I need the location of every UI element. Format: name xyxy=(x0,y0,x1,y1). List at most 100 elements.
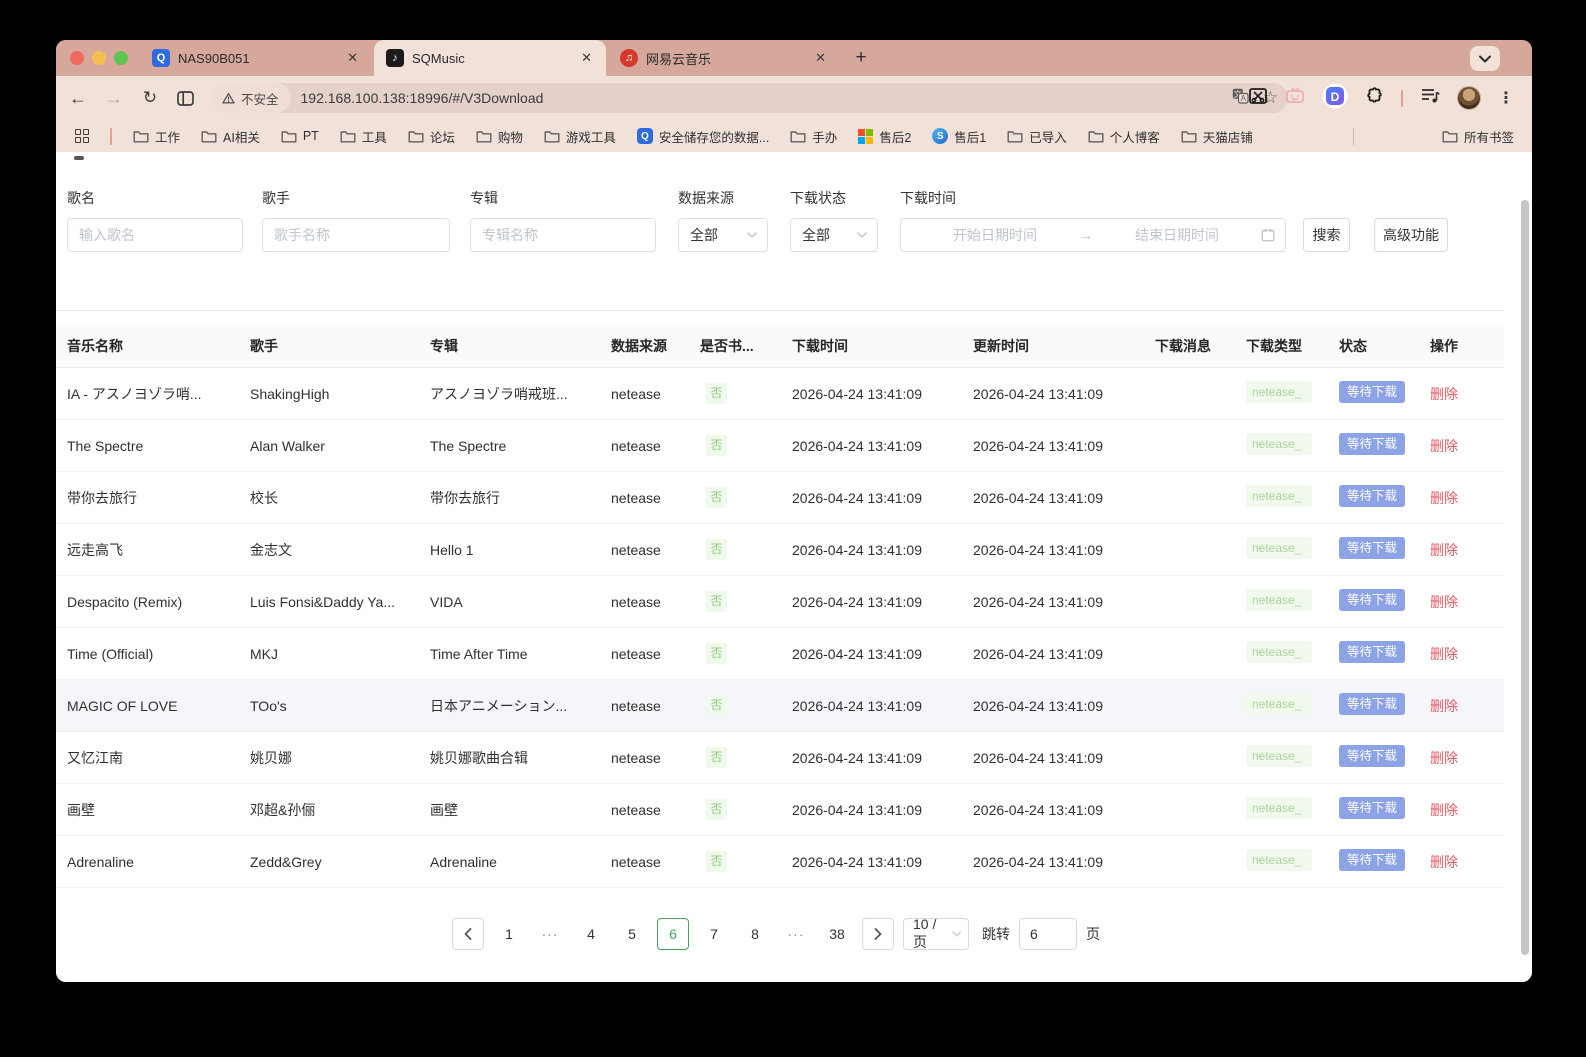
delete-button[interactable]: 删除 xyxy=(1430,646,1458,662)
bookmark-label: 安全储存您的数据... xyxy=(658,130,770,145)
page-6-active[interactable]: 6 xyxy=(657,918,689,950)
page-7[interactable]: 7 xyxy=(698,918,730,950)
advanced-button[interactable]: 高级功能 xyxy=(1374,218,1448,252)
table-header: 音乐名称 歌手 专辑 数据来源 是否书... 下载时间 更新时间 下载消息 下载… xyxy=(56,325,1504,368)
d-extension-icon[interactable]: D xyxy=(1322,83,1348,114)
page-scrollbar[interactable] xyxy=(1521,200,1529,955)
bookmark-folder-tools[interactable]: 工具 xyxy=(340,127,387,146)
bookmark-folder-figures[interactable]: 手办 xyxy=(790,127,837,146)
status-select[interactable]: 全部 xyxy=(790,218,878,252)
all-bookmarks-button[interactable]: 所有书签 xyxy=(1442,127,1514,146)
minimize-window-button[interactable] xyxy=(92,51,106,65)
clipped-content-artifact xyxy=(74,156,84,160)
translate-icon[interactable]: 文A xyxy=(1232,88,1249,109)
page-size-select[interactable]: 10 / 页 xyxy=(903,916,969,950)
ms-grid-icon xyxy=(858,128,874,144)
close-tab-icon[interactable]: ✕ xyxy=(811,50,830,66)
page-1[interactable]: 1 xyxy=(493,918,525,950)
tab-nas90b051[interactable]: Q NAS90B051 ✕ xyxy=(140,40,372,76)
new-tab-button[interactable]: + xyxy=(848,45,874,71)
delete-button[interactable]: 删除 xyxy=(1430,490,1458,506)
music-name: Adrenaline xyxy=(67,853,134,870)
end-date-placeholder[interactable]: 结束日期时间 xyxy=(1093,225,1261,245)
page-38[interactable]: 38 xyxy=(821,918,853,950)
delete-button[interactable]: 删除 xyxy=(1430,386,1458,402)
apps-grid-icon[interactable] xyxy=(75,129,89,143)
music-name: 又忆江南 xyxy=(67,749,123,766)
playlist-icon[interactable] xyxy=(1420,87,1440,109)
bookmark-secure-storage[interactable]: Q 安全储存您的数据... xyxy=(636,127,770,146)
start-date-placeholder[interactable]: 开始日期时间 xyxy=(911,225,1079,245)
extensions-puzzle-icon[interactable] xyxy=(1365,86,1384,110)
tab-title: NAS90B051 xyxy=(178,50,250,66)
bookmark-folder-blog[interactable]: 个人博客 xyxy=(1088,127,1160,146)
range-arrow-icon: → xyxy=(1079,227,1093,243)
delete-button[interactable]: 删除 xyxy=(1430,854,1458,870)
delete-button[interactable]: 删除 xyxy=(1430,698,1458,714)
delete-button[interactable]: 删除 xyxy=(1430,750,1458,766)
jump-page-input[interactable] xyxy=(1019,918,1077,950)
page-4[interactable]: 4 xyxy=(575,918,607,950)
music-name: Despacito (Remix) xyxy=(67,593,183,610)
table-row: Adrenaline Zedd&Grey Adrenaline netease … xyxy=(56,836,1504,888)
close-tab-icon[interactable]: ✕ xyxy=(343,50,362,66)
close-window-button[interactable] xyxy=(70,51,84,65)
menu-kebab-icon[interactable]: ⋮ xyxy=(1498,88,1514,108)
page-5[interactable]: 5 xyxy=(616,918,648,950)
song-name-input[interactable] xyxy=(67,218,243,252)
bookmark-folder-imported[interactable]: 已导入 xyxy=(1007,127,1067,146)
page-8[interactable]: 8 xyxy=(739,918,771,950)
bookmark-aftersale2[interactable]: 售后2 xyxy=(858,127,911,146)
bookmark-folder-forum[interactable]: 论坛 xyxy=(408,127,455,146)
security-badge[interactable]: 不安全 xyxy=(212,83,291,113)
scissors-extension-icon[interactable] xyxy=(1248,87,1268,110)
profile-avatar[interactable] xyxy=(1457,86,1481,110)
artist: MKJ xyxy=(250,645,278,662)
back-button[interactable]: ← xyxy=(64,84,92,112)
delete-button[interactable]: 删除 xyxy=(1430,802,1458,818)
album: The Spectre xyxy=(430,437,507,454)
reload-button[interactable]: ↻ xyxy=(136,84,164,112)
qnap-bookmark-icon: Q xyxy=(636,128,653,144)
source-select[interactable]: 全部 xyxy=(678,218,768,252)
download-type-badge: netease_ xyxy=(1246,641,1312,663)
bookmark-folder-game-tools[interactable]: 游戏工具 xyxy=(544,127,616,146)
tab-search-button[interactable] xyxy=(1470,46,1500,71)
bookmark-folder-work[interactable]: 工作 xyxy=(133,127,180,146)
forward-button[interactable]: → xyxy=(100,84,128,112)
bookmark-folder-pt[interactable]: PT xyxy=(281,129,319,143)
bookmark-folder-ai[interactable]: AI相关 xyxy=(201,127,260,146)
tab-netease-music[interactable]: ♫ 网易云音乐 ✕ xyxy=(608,40,840,76)
music-name: 远走高飞 xyxy=(67,541,123,558)
search-button[interactable]: 搜索 xyxy=(1303,218,1350,252)
album-input[interactable] xyxy=(470,218,656,252)
bookmark-aftersale1[interactable]: S 售后1 xyxy=(932,127,986,146)
tv-extension-icon[interactable] xyxy=(1285,87,1305,109)
page-unit-label: 页 xyxy=(1086,926,1100,942)
delete-button[interactable]: 删除 xyxy=(1430,438,1458,454)
tab-sqmusic[interactable]: ♪ SQMusic ✕ xyxy=(374,40,606,76)
tab-title: SQMusic xyxy=(412,50,465,66)
music-name: IA - アスノヨゾラ哨... xyxy=(67,385,202,402)
next-page-button[interactable] xyxy=(862,918,894,950)
zoom-window-button[interactable] xyxy=(114,51,128,65)
update-time: 2026-04-24 13:41:09 xyxy=(973,541,1103,558)
bookmark-folder-tmall[interactable]: 天猫店铺 xyxy=(1181,127,1253,146)
artist-input[interactable] xyxy=(262,218,450,252)
delete-button[interactable]: 删除 xyxy=(1430,542,1458,558)
bookmark-folder-shopping[interactable]: 购物 xyxy=(476,127,523,146)
pagination-ellipsis[interactable]: ··· xyxy=(780,918,812,950)
col-download-time: 下载时间 xyxy=(792,338,848,354)
status-cell: 等待下载 xyxy=(1339,433,1430,458)
download-status-label: 下载状态 xyxy=(790,190,846,206)
prev-page-button[interactable] xyxy=(452,918,484,950)
pagination-ellipsis[interactable]: ··· xyxy=(534,918,566,950)
folder-icon xyxy=(476,130,492,142)
artist: 金志文 xyxy=(250,541,292,558)
delete-button[interactable]: 删除 xyxy=(1430,594,1458,610)
action-cell: 删除 xyxy=(1430,592,1504,612)
address-bar[interactable]: 不安全 192.168.100.138:18996/#/V3Download 文… xyxy=(212,83,1288,113)
date-range-picker[interactable]: 开始日期时间 → 结束日期时间 xyxy=(900,218,1286,252)
sidebar-toggle-icon[interactable] xyxy=(171,84,199,112)
close-tab-icon[interactable]: ✕ xyxy=(577,50,596,66)
